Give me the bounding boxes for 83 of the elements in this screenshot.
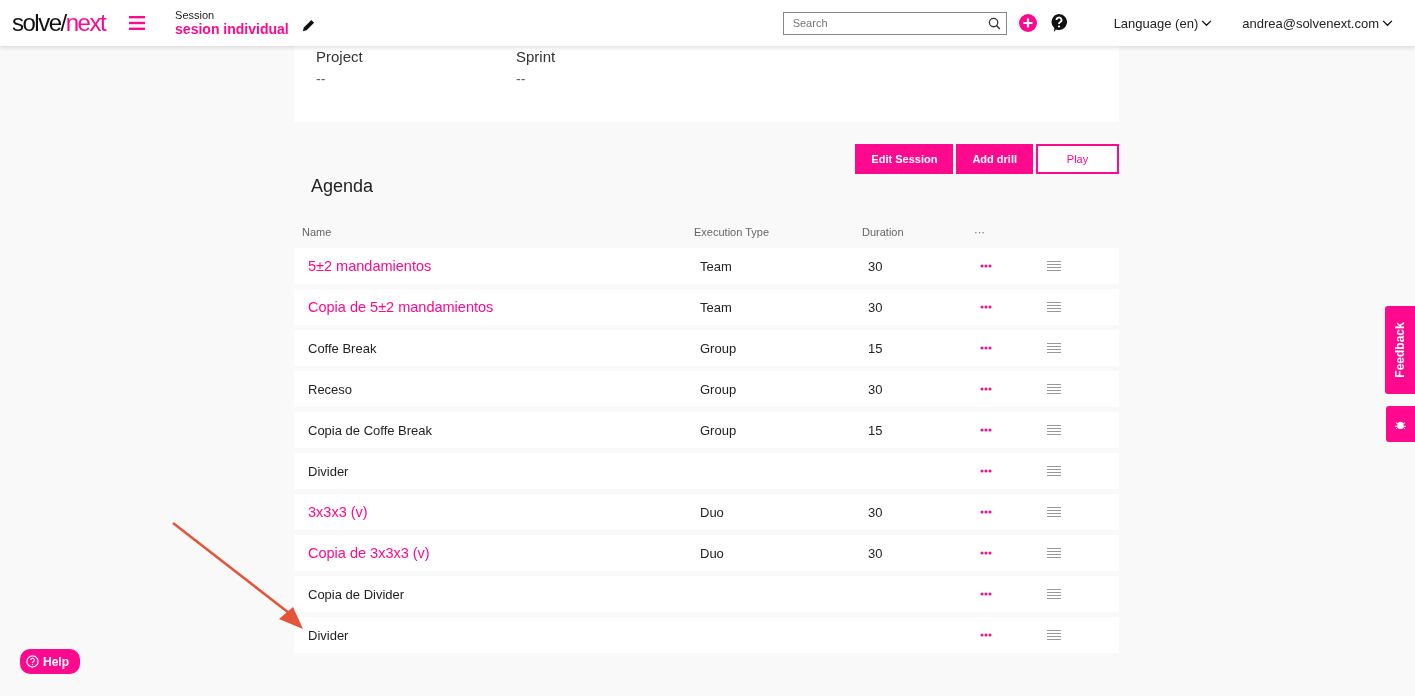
action-button[interactable]: Edit Session (855, 144, 954, 174)
execution-type: Team (700, 299, 732, 315)
execution-type: Group (700, 381, 737, 397)
more-icon[interactable] (980, 510, 992, 514)
duration: 30 (868, 258, 883, 274)
item-name: Coffe Break (307, 340, 378, 356)
more-icon[interactable] (980, 551, 992, 555)
chevron-icon (1382, 19, 1393, 27)
execution-type: Duo (700, 504, 724, 520)
more-icon[interactable] (980, 305, 992, 309)
drag-handle-icon[interactable] (1047, 301, 1061, 313)
help-button[interactable]: Help (20, 649, 80, 674)
duration: 15 (868, 340, 883, 356)
chevron-icon (1201, 19, 1213, 27)
help-icon[interactable] (1049, 13, 1068, 33)
field-value: -- (516, 71, 527, 87)
session-name: sesion individual (175, 21, 289, 38)
item-name: Copia de Coffe Break (307, 422, 434, 438)
more-icon[interactable] (980, 387, 992, 391)
item-name[interactable]: Copia de 3x3x3 (v) (294, 545, 694, 561)
agenda-row[interactable]: Divider (294, 453, 1119, 489)
execution-type: Group (700, 422, 737, 438)
item-name[interactable]: 5±2 mandamientos (294, 258, 694, 274)
item-name: Divider (307, 627, 350, 643)
logo: solve/next (12, 9, 106, 37)
more-icon[interactable] (980, 428, 992, 432)
execution-type: Duo (700, 545, 724, 561)
drag-handle-icon[interactable] (1047, 588, 1061, 600)
agenda-row[interactable]: Divider (294, 617, 1119, 653)
agenda-row[interactable]: Copia de Divider (294, 576, 1119, 612)
language-dropdown[interactable]: Language (en) (1113, 15, 1213, 31)
field-label: Project (316, 48, 364, 65)
pencil-icon[interactable] (300, 17, 316, 33)
agenda-row[interactable]: Copia de 3x3x3 (v) Duo 30 (294, 535, 1119, 571)
drag-handle-icon[interactable] (1047, 260, 1061, 272)
item-name: Divider (307, 463, 350, 479)
drag-handle-icon[interactable] (1047, 383, 1061, 395)
agenda-row[interactable]: Coffe Break Group 15 (294, 330, 1119, 366)
menu-icon[interactable] (129, 16, 146, 30)
item-name[interactable]: 3x3x3 (v) (294, 504, 694, 520)
bug-report-button[interactable] (1386, 406, 1415, 442)
column-header: Name (301, 226, 333, 238)
duration: 30 (868, 381, 883, 397)
drag-handle-icon[interactable] (1047, 342, 1061, 354)
duration: 30 (868, 299, 883, 315)
search-field[interactable]: Search (782, 11, 1007, 35)
drag-handle-icon[interactable] (1047, 424, 1061, 436)
agenda-row[interactable]: Copia de 5±2 mandamientos Team 30 (294, 289, 1119, 325)
agenda-title: Agenda (311, 176, 375, 198)
agenda-row[interactable]: Copia de Coffe Break Group 15 (294, 412, 1119, 448)
play-button[interactable]: Play (1036, 144, 1119, 174)
item-name[interactable]: Copia de 5±2 mandamientos (294, 299, 694, 315)
drag-handle-icon[interactable] (1047, 506, 1061, 518)
execution-type: Group (700, 340, 737, 356)
more-icon[interactable] (980, 346, 992, 350)
duration: 30 (868, 545, 883, 561)
drag-handle-icon[interactable] (1047, 465, 1061, 477)
execution-type: Team (700, 258, 732, 274)
field-label: Sprint (516, 48, 557, 65)
column-header: Execution Type (694, 226, 770, 238)
session-label: Session (175, 8, 216, 22)
feedback-tab[interactable]: Feedback (1385, 306, 1415, 394)
search-icon (987, 16, 1001, 30)
duration: 30 (868, 504, 883, 520)
field-value: -- (316, 71, 327, 87)
more-icon[interactable] (980, 264, 992, 268)
agenda-row[interactable]: 3x3x3 (v) Duo 30 (294, 494, 1119, 530)
item-name: Receso (307, 381, 354, 397)
user-dropdown[interactable]: andrea@solvenext.com (1242, 15, 1393, 31)
action-button[interactable]: Add drill (956, 144, 1033, 174)
more-icon[interactable] (980, 469, 992, 473)
duration: 15 (868, 422, 883, 438)
drag-handle-icon[interactable] (1047, 629, 1061, 641)
item-name: Copia de Divider (307, 586, 406, 602)
agenda-row[interactable]: Receso Group 30 (294, 371, 1119, 407)
column-header: Duration (862, 226, 905, 238)
question-icon (26, 655, 39, 668)
agenda-row[interactable]: 5±2 mandamientos Team 30 (294, 248, 1119, 284)
column-header: ··· (973, 226, 986, 238)
more-icon[interactable] (980, 633, 992, 637)
drag-handle-icon[interactable] (1047, 547, 1061, 559)
add-icon[interactable] (1018, 14, 1037, 32)
more-icon[interactable] (980, 592, 992, 596)
